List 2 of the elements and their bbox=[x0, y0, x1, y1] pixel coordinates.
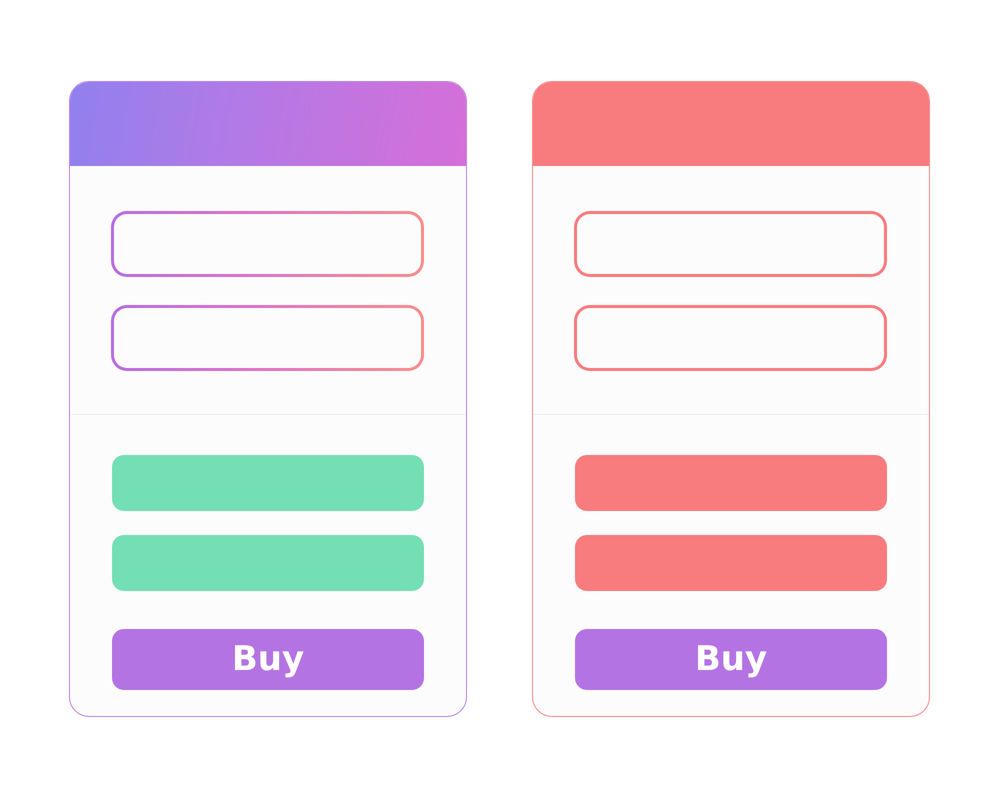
buy-button[interactable]: Buy bbox=[575, 628, 887, 690]
buy-button[interactable]: Buy bbox=[112, 628, 424, 690]
